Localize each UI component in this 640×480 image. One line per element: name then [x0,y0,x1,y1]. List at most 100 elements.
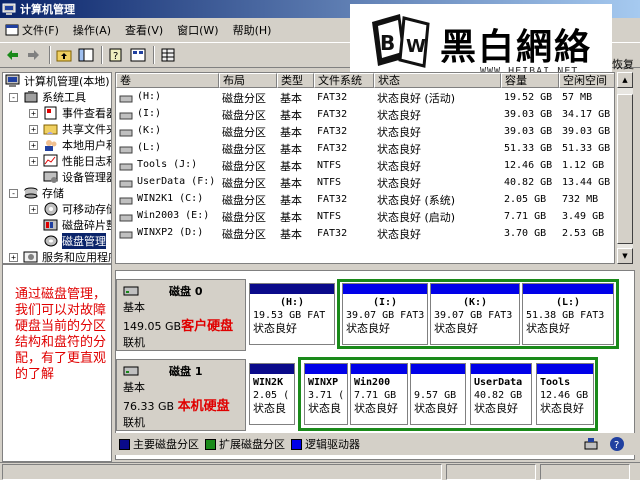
network-icon[interactable] [583,436,601,452]
scroll-down-button[interactable]: ▼ [617,248,633,264]
disk-settings-button[interactable] [158,45,178,65]
disk0-partition-h[interactable]: (H:) 19.53 GB FAT 状态良好 [249,283,335,345]
volume-name: WINXP2 (D:) [137,226,204,238]
tree-services-label: 服务和应用程序 [42,251,112,264]
hard-disk-icon [123,286,139,296]
toolbar-separator [49,46,51,64]
volume-list-scrollbar[interactable]: ▲ ▼ [617,72,633,264]
expand-perf-logs[interactable]: + [29,157,38,166]
expand-system-tools[interactable]: - [9,93,18,102]
volume-row[interactable]: WIN2K1 (C:) 磁盘分区 基本 FAT32 状态良好 (系统) 2.05 GB 73… [116,191,614,208]
restore-text-partial: 恢复 [612,58,634,71]
disk0-partition-k[interactable]: (K:) 39.07 GB FAT3 状态良好 [430,283,520,345]
back-button[interactable] [2,45,22,65]
scroll-up-button[interactable]: ▲ [617,72,633,88]
partition-state: 状态良 [308,402,341,415]
volume-row[interactable]: WINXP2 (D:) 磁盘分区 基本 FAT32 状态良好 3.70 GB 2.53 GB [116,225,614,242]
volume-name: (I:) [137,107,162,119]
logical-drive-bar [351,364,407,374]
volume-row[interactable]: UserData (F:) 磁盘分区 基本 NTFS 状态良好 40.82 GB 13.44… [116,174,614,191]
disk1-partition-userdata[interactable]: UserData 40.82 GB 状态良好 [470,363,532,425]
disk0-status: 联机 [123,336,145,349]
col-status[interactable]: 状态 [374,73,501,88]
partition-label: (K:) [462,297,488,308]
forward-button[interactable] [24,45,44,65]
col-capacity[interactable]: 容量 [501,73,559,88]
disk1-label[interactable]: 磁盘 1 基本 76.33 GB 本机硬盘 联机 [116,359,246,431]
disk1-status: 联机 [123,416,145,429]
tree-perf-logs[interactable]: 性能日志和警报 [43,153,111,169]
menu-action[interactable]: 操作(A) [70,21,114,39]
volume-row[interactable]: (H:) 磁盘分区 基本 FAT32 状态良好 (活动) 19.52 GB 57 MB [116,89,614,106]
expand-services[interactable]: + [9,253,18,262]
tree-services[interactable]: 服务和应用程序 [23,249,112,264]
volume-row[interactable]: (I:) 磁盘分区 基本 FAT32 状态良好 39.03 GB 34.17 GB [116,106,614,123]
scroll-thumb[interactable] [617,94,633,244]
disk-graphical-view: 磁盘 0 基本 149.05 GB客户硬盘 联机 (H:) 19.53 GB F… [115,270,635,460]
partition-size: 40.82 GB [474,390,523,401]
col-layout[interactable]: 布局 [219,73,277,88]
disk1-partition-win2k[interactable]: WIN2K 2.05 ( 状态良 [249,363,295,425]
tree-shared-folders[interactable]: 共享文件夹 [43,121,111,137]
tree-root[interactable]: 计算机管理(本地) [5,73,110,89]
volume-name-cell: WINXP2 (D:) [116,227,219,241]
disk1-type: 基本 [123,381,145,394]
volume-cell: 基本 [280,176,302,190]
tree-removable[interactable]: 可移动存储 [43,201,111,217]
tree-system-tools[interactable]: 系统工具 [23,89,86,105]
col-volume[interactable]: 卷 [116,73,219,88]
properties-button[interactable] [128,45,148,65]
tree-storage[interactable]: 存储 [23,185,64,201]
menu-window[interactable]: 窗口(W) [174,21,221,39]
volume-row[interactable]: (K:) 磁盘分区 基本 FAT32 状态良好 39.03 GB 39.03 GB [116,123,614,140]
logical-drive-bar [537,364,593,374]
tools-icon [24,91,38,103]
volume-cell: 磁盘分区 [222,142,266,156]
col-type[interactable]: 类型 [277,73,314,88]
help-button[interactable]: ? [106,45,126,65]
disk1-partition-winxp[interactable]: WINXP 3.71 ( 状态良 [304,363,348,425]
tree-event-viewer[interactable]: 事件查看器 [43,105,111,121]
tree-device-manager[interactable]: 设备管理器 [43,169,111,185]
menu-file[interactable]: 文件(F) [2,21,62,39]
show-hide-tree-button[interactable] [76,45,96,65]
event-viewer-icon [44,106,57,120]
volume-cell: 状态良好 (启动) [377,210,456,224]
partition-state: 状态良好 [540,402,584,415]
expand-local-users[interactable]: + [29,141,38,150]
partition-size: 19.53 GB FAT [253,310,326,321]
help-icon[interactable]: ? [609,436,625,452]
disk1-partition-tools[interactable]: Tools 12.46 GB 状态良好 [536,363,594,425]
partition-label: (I:) [372,297,398,308]
expand-removable[interactable]: + [29,205,38,214]
tree-disk-management[interactable]: 磁盘管理 [43,233,106,249]
menu-view[interactable]: 查看(V) [122,21,166,39]
logical-drive-bar [305,364,347,374]
status-pane-2 [446,464,536,480]
legend-bar: 主要磁盘分区 扩展磁盘分区 逻辑驱动器 ? [115,433,635,455]
primary-partition-bar [250,284,334,294]
help-book-icon: ? [109,48,122,62]
disk0-partition-i[interactable]: (I:) 39.07 GB FAT3 状态良好 [342,283,428,345]
volume-row[interactable]: (L:) 磁盘分区 基本 FAT32 状态良好 51.33 GB 51.33 GB [116,140,614,157]
volume-cell: FAT32 [317,143,348,154]
volume-row[interactable]: Tools (J:) 磁盘分区 基本 NTFS 状态良好 12.46 GB 1.12 GB [116,157,614,174]
menu-help[interactable]: 帮助(H) [230,21,275,39]
volume-row[interactable]: Win2003 (E:) 磁盘分区 基本 NTFS 状态良好 (启动) 7.71 GB 3.… [116,208,614,225]
disk1-partition-unnamed[interactable]: 9.57 GB 状态良好 [410,363,466,425]
disk1-partition-win2003[interactable]: Win200 7.71 GB 状态良好 [350,363,408,425]
partition-size: 7.71 GB [354,390,397,401]
expand-shared-folders[interactable]: + [29,125,38,134]
volume-cell: 12.46 GB [504,160,553,171]
tree-defrag[interactable]: 磁盘碎片整理程序 [43,217,111,233]
up-level-button[interactable] [54,45,74,65]
expand-storage[interactable]: - [9,189,18,198]
volume-cell: FAT32 [317,92,348,103]
toolbar-separator [101,46,103,64]
col-filesystem[interactable]: 文件系统 [314,73,374,88]
expand-event-viewer[interactable]: + [29,109,38,118]
disk0-label[interactable]: 磁盘 0 基本 149.05 GB客户硬盘 联机 [116,279,246,351]
col-free-space[interactable]: 空闲空间 [559,73,614,88]
tree-local-users[interactable]: 本地用户和组 [43,137,111,153]
disk0-partition-l[interactable]: (L:) 51.38 GB FAT3 状态良好 [522,283,614,345]
